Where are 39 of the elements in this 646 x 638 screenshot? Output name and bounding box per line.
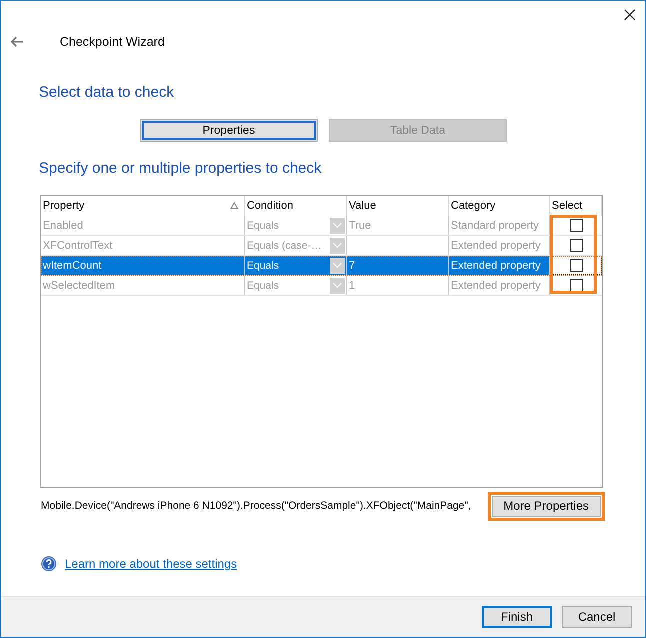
dropdown-button[interactable] [330, 258, 345, 274]
table-cell: 7 [349, 260, 356, 272]
column-header[interactable]: Category [449, 196, 550, 216]
checkbox[interactable] [570, 259, 582, 272]
chevron-down-icon [333, 263, 342, 268]
tab[interactable]: Properties [140, 119, 318, 142]
help-link[interactable]: Learn more about these settings [65, 557, 238, 571]
column-header[interactable]: Condition [245, 196, 347, 216]
column-header[interactable]: Property [41, 196, 245, 216]
cancel-button[interactable]: Cancel [562, 606, 632, 628]
column-header[interactable]: Select [550, 196, 602, 216]
close-button[interactable] [623, 8, 637, 22]
table-cell: Equals [247, 260, 280, 272]
table-cell: Extended property [449, 256, 550, 275]
table-cell: XFControlText [41, 236, 245, 255]
table-cell: True [349, 220, 372, 232]
more-properties-button[interactable]: More Properties [492, 496, 601, 516]
back-arrow-icon[interactable] [10, 36, 24, 48]
table-cell: Equals (case-… [247, 240, 322, 252]
chevron-down-icon [333, 223, 342, 228]
table-cell: Extended property [449, 276, 550, 295]
close-icon [624, 9, 636, 21]
help-icon [41, 556, 57, 572]
table-cell: Equals [247, 280, 280, 292]
table-cell: Extended property [449, 236, 550, 255]
finish-button[interactable]: Finish [482, 606, 552, 628]
table-cell: Equals [247, 220, 280, 232]
chevron-down-icon [333, 283, 342, 288]
object-path: Mobile.Device("Andrews iPhone 6 N1092").Process("OrdersSample").XFObject("MainPage", [41, 500, 472, 512]
column-header[interactable]: Value [347, 196, 449, 216]
table-cell: 1 [349, 280, 356, 292]
section-subheading: Specify one or multiple properties to check [39, 160, 323, 179]
window-title: Checkpoint Wizard [60, 35, 165, 49]
table-cell: Standard property [449, 216, 550, 235]
table-cell: Enabled [41, 216, 245, 235]
table-cell: wSelectedItem [41, 276, 245, 295]
section-heading: Select data to check [39, 84, 176, 103]
table-cell: wItemCount [41, 256, 245, 275]
chevron-down-icon [333, 243, 342, 248]
